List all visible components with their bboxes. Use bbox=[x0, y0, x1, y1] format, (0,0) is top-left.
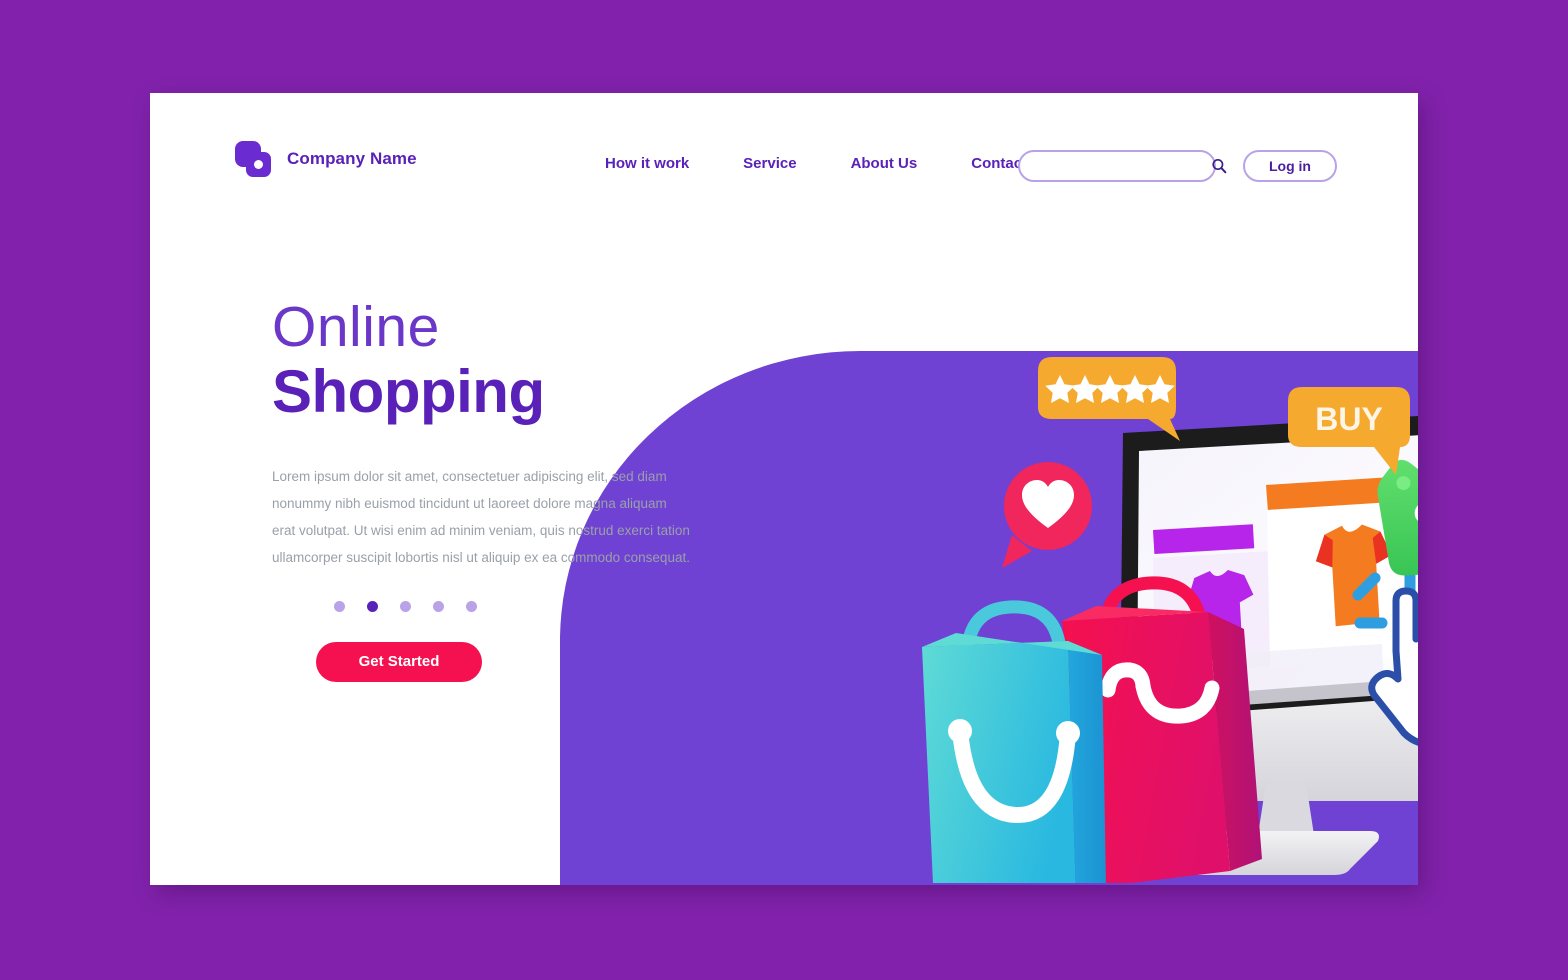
bag-cyan-front bbox=[922, 641, 1076, 883]
logo-front-square bbox=[246, 152, 271, 177]
carousel-dot-3[interactable] bbox=[400, 600, 411, 612]
hero-title-bold: Shopping bbox=[272, 357, 545, 425]
stacked-squares-icon bbox=[235, 141, 271, 177]
screen-bottom-card bbox=[1240, 644, 1384, 705]
carousel-dot-2[interactable] bbox=[367, 600, 378, 612]
carousel-dot-1[interactable] bbox=[334, 600, 345, 612]
online-shopping-illustration: BUY bbox=[710, 223, 1418, 883]
brand-logo[interactable]: Company Name bbox=[235, 141, 417, 177]
nav-item-how-it-work[interactable]: How it work bbox=[605, 149, 689, 178]
hero-description: Lorem ipsum dolor sit amet, consectetuer… bbox=[272, 468, 690, 565]
get-started-button[interactable]: Get Started bbox=[316, 641, 482, 682]
carousel-dots bbox=[272, 600, 742, 612]
monitor-neck bbox=[1258, 783, 1314, 835]
heart-bubble bbox=[1002, 461, 1092, 568]
nav-item-service[interactable]: Service bbox=[743, 149, 796, 178]
search-input[interactable] bbox=[1034, 158, 1210, 174]
search-box[interactable] bbox=[1018, 150, 1227, 182]
site-header: Company Name How it work Service About U… bbox=[150, 93, 1418, 243]
carousel-dot-4[interactable] bbox=[433, 600, 444, 612]
login-button[interactable]: Log in bbox=[1243, 150, 1337, 182]
shopping-bag-cyan bbox=[922, 600, 1106, 883]
brand-name: Company Name bbox=[287, 149, 417, 168]
hero-title-light: Online bbox=[272, 295, 440, 359]
rating-stars-bubble bbox=[1038, 357, 1180, 441]
search-icon[interactable] bbox=[1210, 157, 1228, 175]
main-navigation: How it work Service About Us Contact bbox=[605, 149, 1027, 178]
carousel-dot-5[interactable] bbox=[466, 600, 477, 612]
nav-item-about-us[interactable]: About Us bbox=[851, 149, 918, 178]
page-background: Company Name How it work Service About U… bbox=[0, 0, 1568, 980]
buy-label: BUY bbox=[1315, 401, 1383, 437]
landing-page-card: Company Name How it work Service About U… bbox=[150, 93, 1418, 885]
hero-section: Online Shopping Lorem ipsum dolor sit am… bbox=[272, 295, 742, 682]
logo-center-dot bbox=[254, 160, 263, 169]
